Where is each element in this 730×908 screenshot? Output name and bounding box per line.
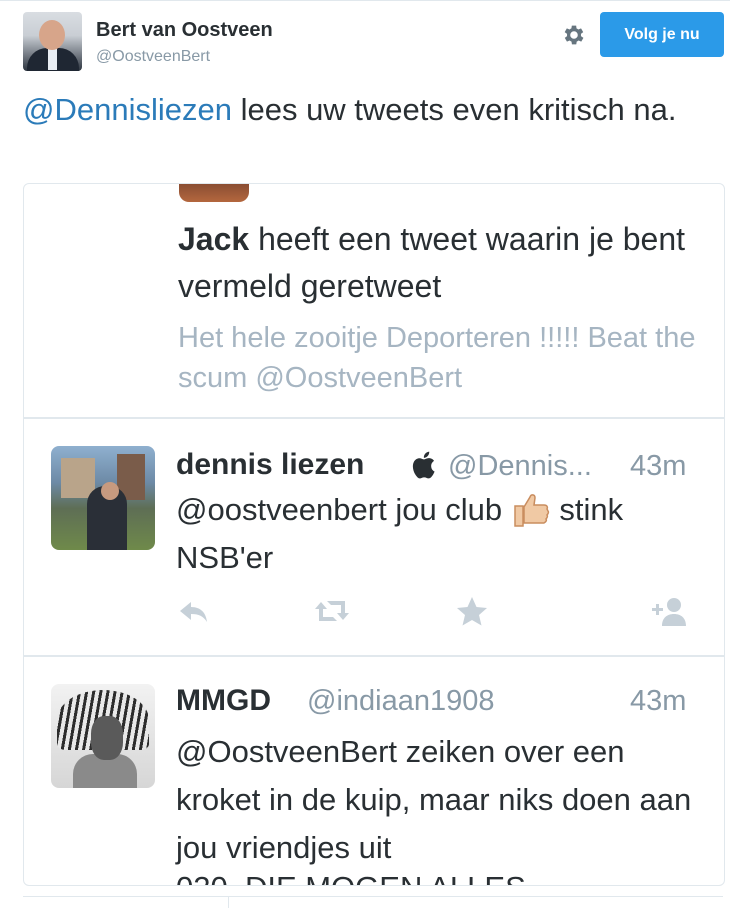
tweet-author-handle: @Dennis... [448,450,592,482]
divider [228,897,229,908]
notification-quote: Het hele zooitje Deporteren !!!!! Beat t… [178,322,696,394]
favorite-icon[interactable] [453,594,491,628]
tweet-text-mmgd: @OostveenBert zeiken over een kroket in … [176,734,692,865]
tweet-time: 43m [630,450,687,482]
tweet-body: lees uw tweets even kritisch na. [231,92,677,127]
divider [24,655,724,657]
bottom-action-bar [23,896,723,908]
tweet-time: 43m [630,685,687,717]
cropped-avatar [179,184,249,202]
tweet-author-name: MMGD [176,684,271,717]
gear-icon[interactable] [561,22,587,48]
retweet-icon[interactable] [313,594,351,628]
tweet-author-handle: @indiaan1908 [307,685,495,717]
tweet-author-name: dennis liezen [176,448,365,481]
follow-button[interactable]: Volg je nu [600,12,724,57]
notification-actor: Jack [178,221,250,257]
author-avatar[interactable] [23,12,82,71]
dennis-avatar [51,446,155,550]
divider [24,417,724,419]
author-name[interactable]: Bert van Oostveen [96,19,273,42]
retweet-notification: Jack heeft een tweet waarin je bent verm… [178,216,698,310]
tweet-text-cutoff: 020. DIE MOGEN ALLES [176,872,646,885]
follow-icon[interactable] [650,594,688,628]
reply-icon[interactable] [176,594,214,628]
tweet-text: @Dennisliezen lees uw tweets even kritis… [23,89,713,131]
attached-screenshot[interactable]: Jack heeft een tweet waarin je bent verm… [23,183,725,886]
thumbs-up-icon [514,494,549,527]
top-border [0,0,730,1]
tweet-text-dennis: @oostveenbert jou club stink NSB'er [176,492,624,575]
mention-link[interactable]: @Dennisliezen [23,92,232,127]
apple-icon [412,451,435,479]
notification-text: heeft een tweet waarin je bent vermeld g… [178,221,686,304]
mmgd-avatar [51,684,155,788]
author-handle[interactable]: @OostveenBert [96,48,210,66]
